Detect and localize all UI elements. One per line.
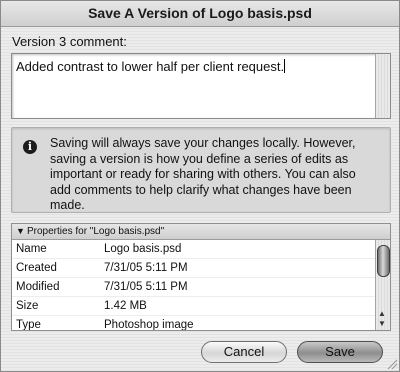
comment-field[interactable]: Added contrast to lower half per client … — [11, 53, 391, 119]
property-key: Modified — [16, 281, 60, 293]
scroll-up-arrow-icon[interactable]: ▲ — [378, 309, 386, 318]
info-icon: i — [23, 140, 37, 154]
property-key: Created — [16, 262, 57, 274]
resize-grip-icon[interactable] — [387, 359, 397, 369]
save-version-dialog: Save A Version of Logo basis.psd Version… — [0, 0, 400, 372]
properties-scrollbar[interactable]: ▲ ▼ — [375, 240, 390, 330]
property-value: 7/31/05 5:11 PM — [104, 281, 188, 293]
property-key: Type — [16, 319, 41, 330]
comment-label: Version 3 comment: — [12, 34, 127, 49]
property-row: Size 1.42 MB — [12, 297, 376, 316]
info-panel: i Saving will always save your changes l… — [11, 127, 391, 213]
property-value: Photoshop image — [104, 319, 194, 330]
info-message: Saving will always save your changes loc… — [50, 136, 356, 212]
text-cursor — [284, 59, 286, 73]
cancel-button[interactable]: Cancel — [201, 341, 287, 363]
scrollbar-thumb[interactable] — [377, 245, 390, 277]
scroll-down-arrow-icon[interactable]: ▼ — [378, 319, 386, 328]
property-key: Name — [16, 243, 47, 255]
property-value: 7/31/05 5:11 PM — [104, 262, 188, 274]
property-row: Type Photoshop image — [12, 316, 376, 330]
comment-scrollbar[interactable] — [375, 54, 390, 118]
property-row: Name Logo basis.psd — [12, 240, 376, 259]
properties-disclosure[interactable]: ▼ Properties for "Logo basis.psd" — [12, 224, 390, 240]
property-key: Size — [16, 300, 39, 312]
property-value: Logo basis.psd — [104, 243, 182, 255]
disclosure-triangle-icon[interactable]: ▼ — [16, 224, 25, 239]
property-row: Created 7/31/05 5:11 PM — [12, 259, 376, 278]
save-button[interactable]: Save — [297, 341, 383, 363]
property-row: Modified 7/31/05 5:11 PM — [12, 278, 376, 297]
properties-title: Properties for "Logo basis.psd" — [27, 226, 165, 237]
dialog-title: Save A Version of Logo basis.psd — [1, 1, 399, 27]
properties-list: Name Logo basis.psd Created 7/31/05 5:11… — [12, 240, 376, 330]
comment-text[interactable]: Added contrast to lower half per client … — [16, 59, 286, 74]
properties-panel: ▼ Properties for "Logo basis.psd" Name L… — [11, 223, 391, 331]
property-value: 1.42 MB — [104, 300, 147, 312]
